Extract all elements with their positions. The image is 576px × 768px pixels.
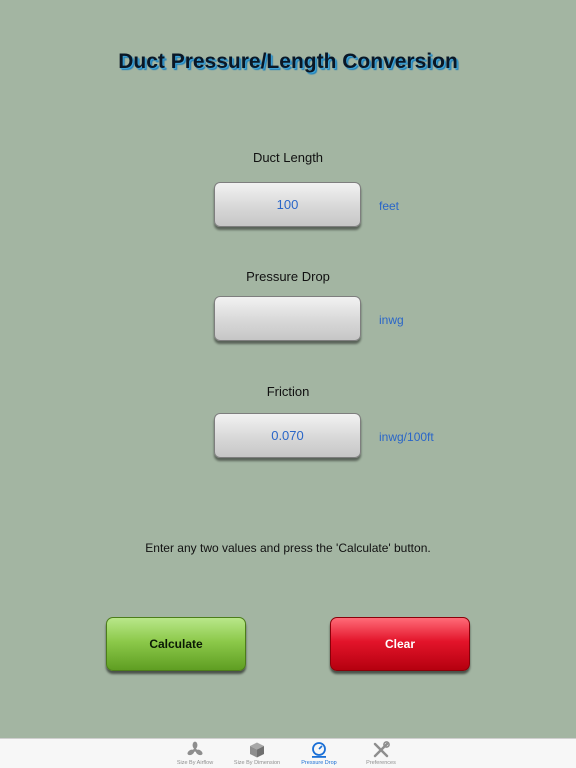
tools-icon <box>372 741 390 759</box>
tab-label: Preferences <box>366 760 396 766</box>
pressure-drop-field[interactable] <box>214 296 361 341</box>
duct-length-label: Duct Length <box>252 150 324 165</box>
duct-length-field[interactable]: 100 <box>214 182 361 227</box>
friction-unit: inwg/100ft <box>379 430 434 444</box>
tab-pressure-drop[interactable]: Pressure Drop <box>288 739 350 768</box>
tab-size-by-dimension[interactable]: Size By Dimension <box>226 739 288 768</box>
friction-field[interactable]: 0.070 <box>214 413 361 458</box>
calculate-button[interactable]: Calculate <box>106 617 246 671</box>
calculate-button-label: Calculate <box>149 637 203 651</box>
tab-size-by-airflow[interactable]: Size By Airflow <box>164 739 226 768</box>
tab-label: Pressure Drop <box>301 760 337 766</box>
clear-button[interactable]: Clear <box>330 617 470 671</box>
friction-label: Friction <box>266 384 310 399</box>
box-icon <box>248 741 266 759</box>
friction-value: 0.070 <box>271 428 304 443</box>
page-title: Duct Pressure/Length Conversion <box>118 50 458 73</box>
pressure-drop-unit: inwg <box>379 313 404 327</box>
pressure-drop-label: Pressure Drop <box>246 269 330 284</box>
tab-bar: Size By Airflow Size By Dimension Pressu… <box>0 738 576 768</box>
tab-label: Size By Dimension <box>233 760 281 766</box>
duct-length-value: 100 <box>276 197 299 212</box>
clear-button-label: Clear <box>384 637 416 651</box>
tab-preferences[interactable]: Preferences <box>350 739 412 768</box>
duct-length-unit: feet <box>379 199 400 213</box>
tab-label: Size By Airflow <box>176 760 214 766</box>
pressure-gauge-icon <box>310 741 328 759</box>
instruction-text: Enter any two values and press the 'Calc… <box>145 541 431 555</box>
fan-icon <box>186 741 204 759</box>
